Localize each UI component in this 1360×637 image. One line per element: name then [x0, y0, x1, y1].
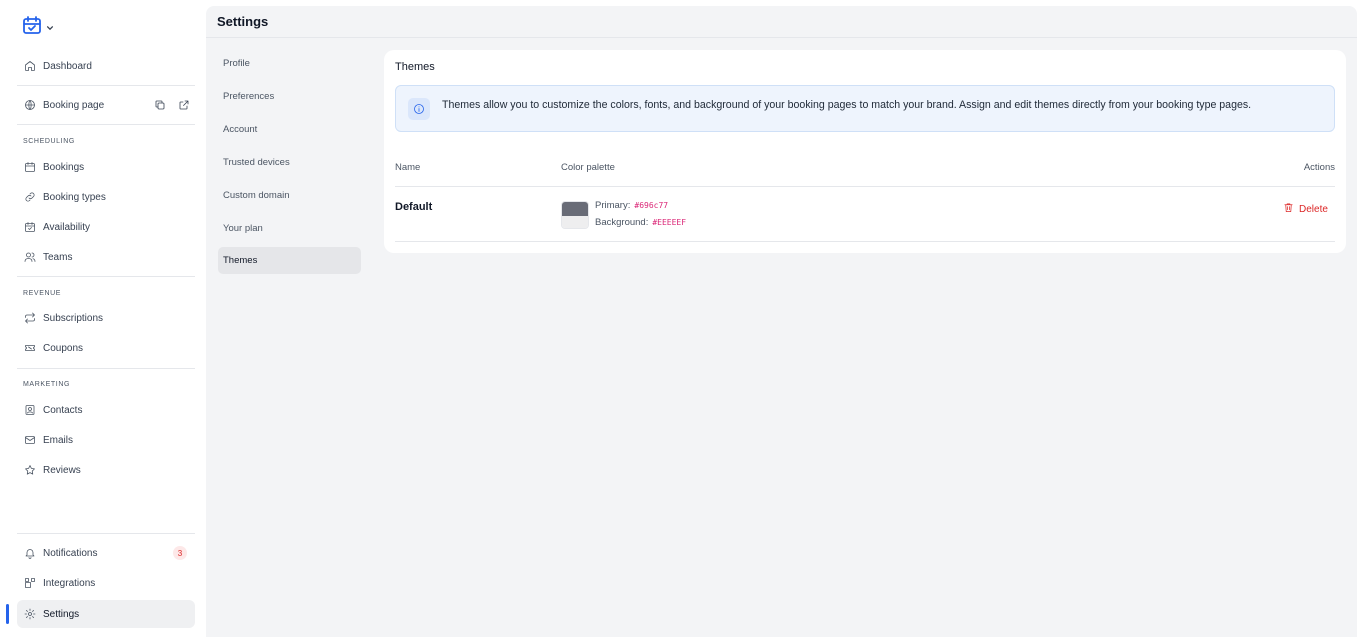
table-divider — [395, 241, 1335, 242]
divider — [17, 124, 195, 125]
sidebar-item-integrations[interactable]: Integrations — [17, 569, 195, 597]
main-header: Settings — [206, 6, 1357, 38]
sidebar-item-reviews[interactable]: Reviews — [17, 456, 195, 484]
settings-nav-custom-domain[interactable]: Custom domain — [218, 182, 361, 209]
calendar-logo-icon — [22, 15, 42, 40]
gear-icon — [24, 608, 36, 620]
sidebar-item-label: Subscriptions — [43, 312, 104, 324]
calendar-check-icon — [24, 221, 36, 233]
sidebar-item-label: Teams — [43, 251, 73, 263]
external-link-icon[interactable] — [178, 99, 190, 114]
page-title: Settings — [217, 14, 269, 29]
repeat-icon — [24, 312, 36, 324]
booking-page-actions — [154, 99, 190, 114]
sidebar-item-teams[interactable]: Teams — [17, 243, 195, 271]
integrations-icon — [24, 577, 36, 589]
background-color: Background: #EEEEEF — [595, 217, 686, 228]
info-banner: Themes allow you to customize the colors… — [395, 85, 1335, 132]
sidebar-item-booking-types[interactable]: Booking types — [17, 183, 195, 211]
bell-icon — [24, 547, 36, 559]
divider — [17, 85, 195, 86]
sidebar-item-label: Availability — [43, 221, 91, 233]
sidebar-item-subscriptions[interactable]: Subscriptions — [17, 304, 195, 332]
sidebar-item-dashboard[interactable]: Dashboard — [17, 52, 195, 80]
sidebar: Dashboard Booking page SCHEDULING Bookin… — [0, 0, 206, 637]
settings-nav-preferences[interactable]: Preferences — [218, 83, 361, 110]
delete-label: Delete — [1299, 203, 1328, 215]
settings-nav-profile[interactable]: Profile — [218, 50, 361, 77]
users-icon — [24, 251, 36, 263]
section-label-marketing: MARKETING — [23, 381, 71, 388]
divider — [17, 533, 195, 534]
settings-nav-account[interactable]: Account — [218, 116, 361, 143]
contact-card-icon — [24, 404, 36, 416]
settings-nav-your-plan[interactable]: Your plan — [218, 215, 361, 242]
section-label-scheduling: SCHEDULING — [23, 138, 75, 145]
background-color-swatch — [562, 216, 588, 228]
link-icon — [24, 191, 36, 203]
sidebar-item-settings[interactable]: Settings — [17, 600, 195, 628]
active-indicator — [6, 604, 9, 624]
primary-color: Primary: #696c77 — [595, 200, 668, 211]
ticket-icon — [24, 342, 36, 354]
card-title: Themes — [395, 61, 435, 73]
table-divider — [395, 186, 1335, 187]
sidebar-item-bookings[interactable]: Bookings — [17, 153, 195, 181]
sidebar-item-label: Contacts — [43, 404, 83, 416]
primary-value: #696c77 — [634, 201, 669, 210]
trash-icon — [1283, 202, 1294, 216]
mail-icon — [24, 434, 36, 446]
settings-nav-themes[interactable]: Themes — [218, 247, 361, 274]
sidebar-item-availability[interactable]: Availability — [17, 213, 195, 241]
info-text: Themes allow you to customize the colors… — [442, 99, 1252, 111]
settings-nav-trusted-devices[interactable]: Trusted devices — [218, 149, 361, 176]
sidebar-item-label: Bookings — [43, 161, 85, 173]
column-header-name: Name — [395, 162, 421, 173]
delete-theme-button[interactable]: Delete — [1283, 202, 1328, 216]
sidebar-item-coupons[interactable]: Coupons — [17, 334, 195, 362]
section-label-revenue: REVENUE — [23, 290, 62, 297]
sidebar-item-emails[interactable]: Emails — [17, 426, 195, 454]
star-icon — [24, 464, 36, 476]
sidebar-item-label: Coupons — [43, 342, 84, 354]
calendar-icon — [24, 161, 36, 173]
background-label: Background: — [595, 217, 649, 228]
column-header-palette: Color palette — [561, 162, 615, 173]
sidebar-item-contacts[interactable]: Contacts — [17, 396, 195, 424]
main-panel: Settings Profile Preferences Account Tru… — [206, 6, 1357, 637]
sidebar-item-label: Settings — [43, 608, 80, 620]
sidebar-item-notifications[interactable]: Notifications 3 — [17, 539, 195, 567]
primary-label: Primary: — [595, 200, 631, 211]
sidebar-item-label: Notifications — [43, 547, 98, 559]
copy-icon[interactable] — [154, 99, 166, 114]
workspace-switcher[interactable] — [22, 15, 54, 40]
sidebar-item-label: Dashboard — [43, 60, 92, 72]
primary-color-swatch — [562, 202, 588, 216]
color-swatch — [561, 201, 589, 229]
sidebar-item-label: Reviews — [43, 464, 81, 476]
sidebar-item-booking-page[interactable]: Booking page — [17, 91, 195, 119]
theme-name: Default — [395, 201, 433, 213]
info-icon — [408, 98, 430, 120]
background-value: #EEEEEF — [652, 218, 687, 227]
divider — [17, 368, 195, 369]
sidebar-item-label: Booking types — [43, 191, 106, 203]
sidebar-item-label: Integrations — [43, 577, 96, 589]
sidebar-item-label: Emails — [43, 434, 74, 446]
home-icon — [24, 60, 36, 72]
column-header-actions: Actions — [1303, 162, 1335, 173]
chevron-down-icon — [46, 19, 54, 37]
globe-icon — [24, 99, 36, 111]
sidebar-item-label: Booking page — [43, 99, 105, 111]
themes-card: Themes Themes allow you to customize the… — [384, 50, 1346, 253]
notification-count-badge: 3 — [173, 546, 187, 560]
divider — [17, 276, 195, 277]
